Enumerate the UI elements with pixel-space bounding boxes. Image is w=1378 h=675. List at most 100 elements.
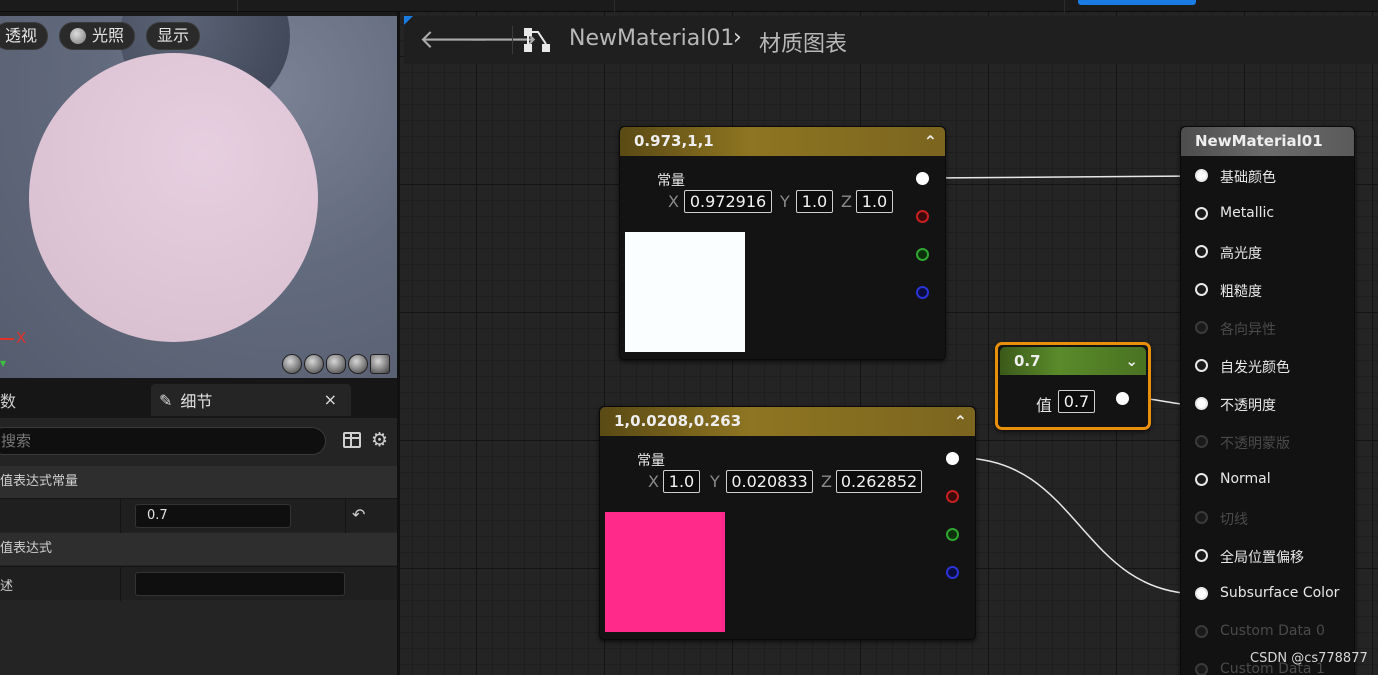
plane-preview-icon[interactable] [326, 354, 346, 374]
node-header[interactable]: 0.7 ⌄ [1000, 347, 1146, 375]
material-input-label: 各向异性 [1220, 322, 1276, 338]
rgb-output-pin[interactable] [946, 452, 959, 465]
category-expression[interactable]: 值表达式 [0, 533, 397, 565]
toolbar-separator [237, 0, 238, 12]
details-tab-bar: 数 ✎ 细节 × [0, 378, 397, 418]
tab-details-label: 细节 [180, 392, 213, 411]
material-input-pin[interactable] [1195, 511, 1208, 524]
x-label: X [648, 472, 659, 491]
material-input-label: 粗糙度 [1220, 284, 1262, 300]
category-label: 值表达式常量 [0, 474, 79, 489]
chevron-right-icon: › [733, 25, 742, 50]
show-button[interactable]: 显示 [146, 22, 201, 50]
node-title: 1,0.0208,0.263 [614, 412, 742, 430]
y-label: Y [710, 472, 720, 491]
material-input-pin[interactable] [1195, 473, 1208, 486]
table-view-icon[interactable] [343, 432, 361, 448]
material-input-pin[interactable] [1195, 283, 1208, 296]
z-value-field[interactable]: 0.262852 [836, 470, 922, 493]
scalar-constant-node[interactable]: 0.7 ⌄ [995, 342, 1151, 430]
material-input-label: 基础颜色 [1220, 170, 1276, 186]
cube-preview-icon[interactable] [348, 354, 368, 374]
material-input-label: Subsurface Color [1220, 585, 1340, 601]
material-input-pin[interactable] [1195, 321, 1208, 334]
output-label: 常量 [657, 173, 685, 189]
node-header[interactable]: 1,0.0208,0.263 ⌃ [600, 407, 975, 436]
g-output-pin[interactable] [916, 248, 929, 261]
lighting-label: 光照 [92, 26, 125, 45]
scalar-value-field[interactable]: 0.7 [1058, 390, 1095, 413]
node-title: 0.973,1,1 [634, 132, 714, 150]
node-header[interactable]: NewMaterial01 [1181, 127, 1354, 156]
b-output-pin[interactable] [916, 286, 929, 299]
axis-gizmo-x: X [0, 329, 26, 347]
corner-indicator [404, 16, 413, 25]
x-value-field[interactable]: 0.972916 [684, 190, 772, 213]
details-search-input[interactable]: 搜索 [0, 427, 326, 455]
chevron-down-icon[interactable]: ⌄ [1125, 347, 1138, 376]
y-value-field[interactable]: 0.020833 [726, 470, 813, 493]
breadcrumb-graph[interactable]: 材质图表 [759, 26, 847, 58]
material-input-pin[interactable] [1195, 245, 1208, 258]
perspective-button[interactable]: 透视 [0, 22, 49, 50]
value-field[interactable]: 0.7 [135, 504, 291, 528]
show-label: 显示 [157, 26, 190, 45]
material-input-label: Normal [1220, 471, 1271, 487]
material-input-pin[interactable] [1195, 663, 1208, 675]
x-label: X [668, 192, 679, 211]
rgb-output-pin[interactable] [916, 172, 929, 185]
material-input-pin[interactable] [1195, 169, 1208, 182]
chevron-up-icon[interactable]: ⌃ [924, 127, 937, 156]
node-header[interactable]: 0.973,1,1 ⌃ [620, 127, 945, 156]
color-preview-swatch [605, 512, 725, 632]
g-output-pin[interactable] [946, 528, 959, 541]
axis-gizmo-y: ▾ [0, 356, 7, 370]
material-input-label: Metallic [1220, 205, 1275, 221]
save-button[interactable] [1078, 0, 1196, 5]
gear-icon[interactable]: ⚙ [371, 429, 388, 451]
material-preview-viewport[interactable]: 透视 光照 显示 X ▾ [0, 16, 397, 378]
r-output-pin[interactable] [946, 490, 959, 503]
breadcrumb-divider [512, 26, 513, 54]
close-icon[interactable]: × [324, 390, 337, 409]
x-value-field[interactable]: 1.0 [663, 470, 700, 493]
z-value-field[interactable]: 1.0 [856, 190, 893, 213]
y-value-field[interactable]: 1.0 [796, 190, 833, 213]
z-label: Z [821, 472, 832, 491]
tab-parameters[interactable]: 数 [0, 388, 16, 412]
value-label: 值 [1036, 396, 1053, 415]
material-input-pin[interactable] [1195, 625, 1208, 638]
custom-mesh-preview-icon[interactable] [370, 354, 390, 374]
material-input-pin[interactable] [1195, 587, 1208, 600]
property-row-value: 0.7 ↶ [0, 498, 397, 533]
panel-splitter[interactable] [397, 12, 400, 675]
search-placeholder: 搜索 [1, 432, 32, 450]
scalar-output-pin[interactable] [1116, 392, 1129, 405]
b-output-pin[interactable] [946, 566, 959, 579]
material-input-label: Custom Data 0 [1220, 623, 1325, 639]
chevron-up-icon[interactable]: ⌃ [954, 407, 967, 436]
r-output-pin[interactable] [916, 210, 929, 223]
graph-icon [524, 28, 550, 52]
material-input-pin[interactable] [1195, 549, 1208, 562]
lighting-button[interactable]: 光照 [59, 22, 136, 50]
material-input-pin[interactable] [1195, 359, 1208, 372]
category-label: 值表达式 [0, 541, 53, 556]
description-field[interactable] [135, 572, 345, 596]
material-input-label: 高光度 [1220, 246, 1262, 262]
property-row-desc: 述 [0, 566, 397, 601]
preview-sphere [29, 53, 318, 342]
sphere-preview-icon[interactable] [304, 354, 324, 374]
material-input-pin[interactable] [1195, 397, 1208, 410]
material-input-pin[interactable] [1195, 207, 1208, 220]
category-scalar-constant[interactable]: 值表达式常量 [0, 466, 397, 498]
material-input-pin[interactable] [1195, 435, 1208, 448]
tab-details[interactable]: ✎ 细节 × [151, 384, 351, 416]
reset-to-default-icon[interactable]: ↶ [352, 505, 365, 524]
cylinder-preview-icon[interactable] [282, 354, 302, 374]
node-title: NewMaterial01 [1195, 132, 1323, 150]
breadcrumb-asset[interactable]: NewMaterial01 [569, 26, 734, 51]
perspective-label: 透视 [5, 26, 38, 45]
material-input-label: 全局位置偏移 [1220, 550, 1304, 566]
preview-shape-selector[interactable] [282, 354, 390, 374]
